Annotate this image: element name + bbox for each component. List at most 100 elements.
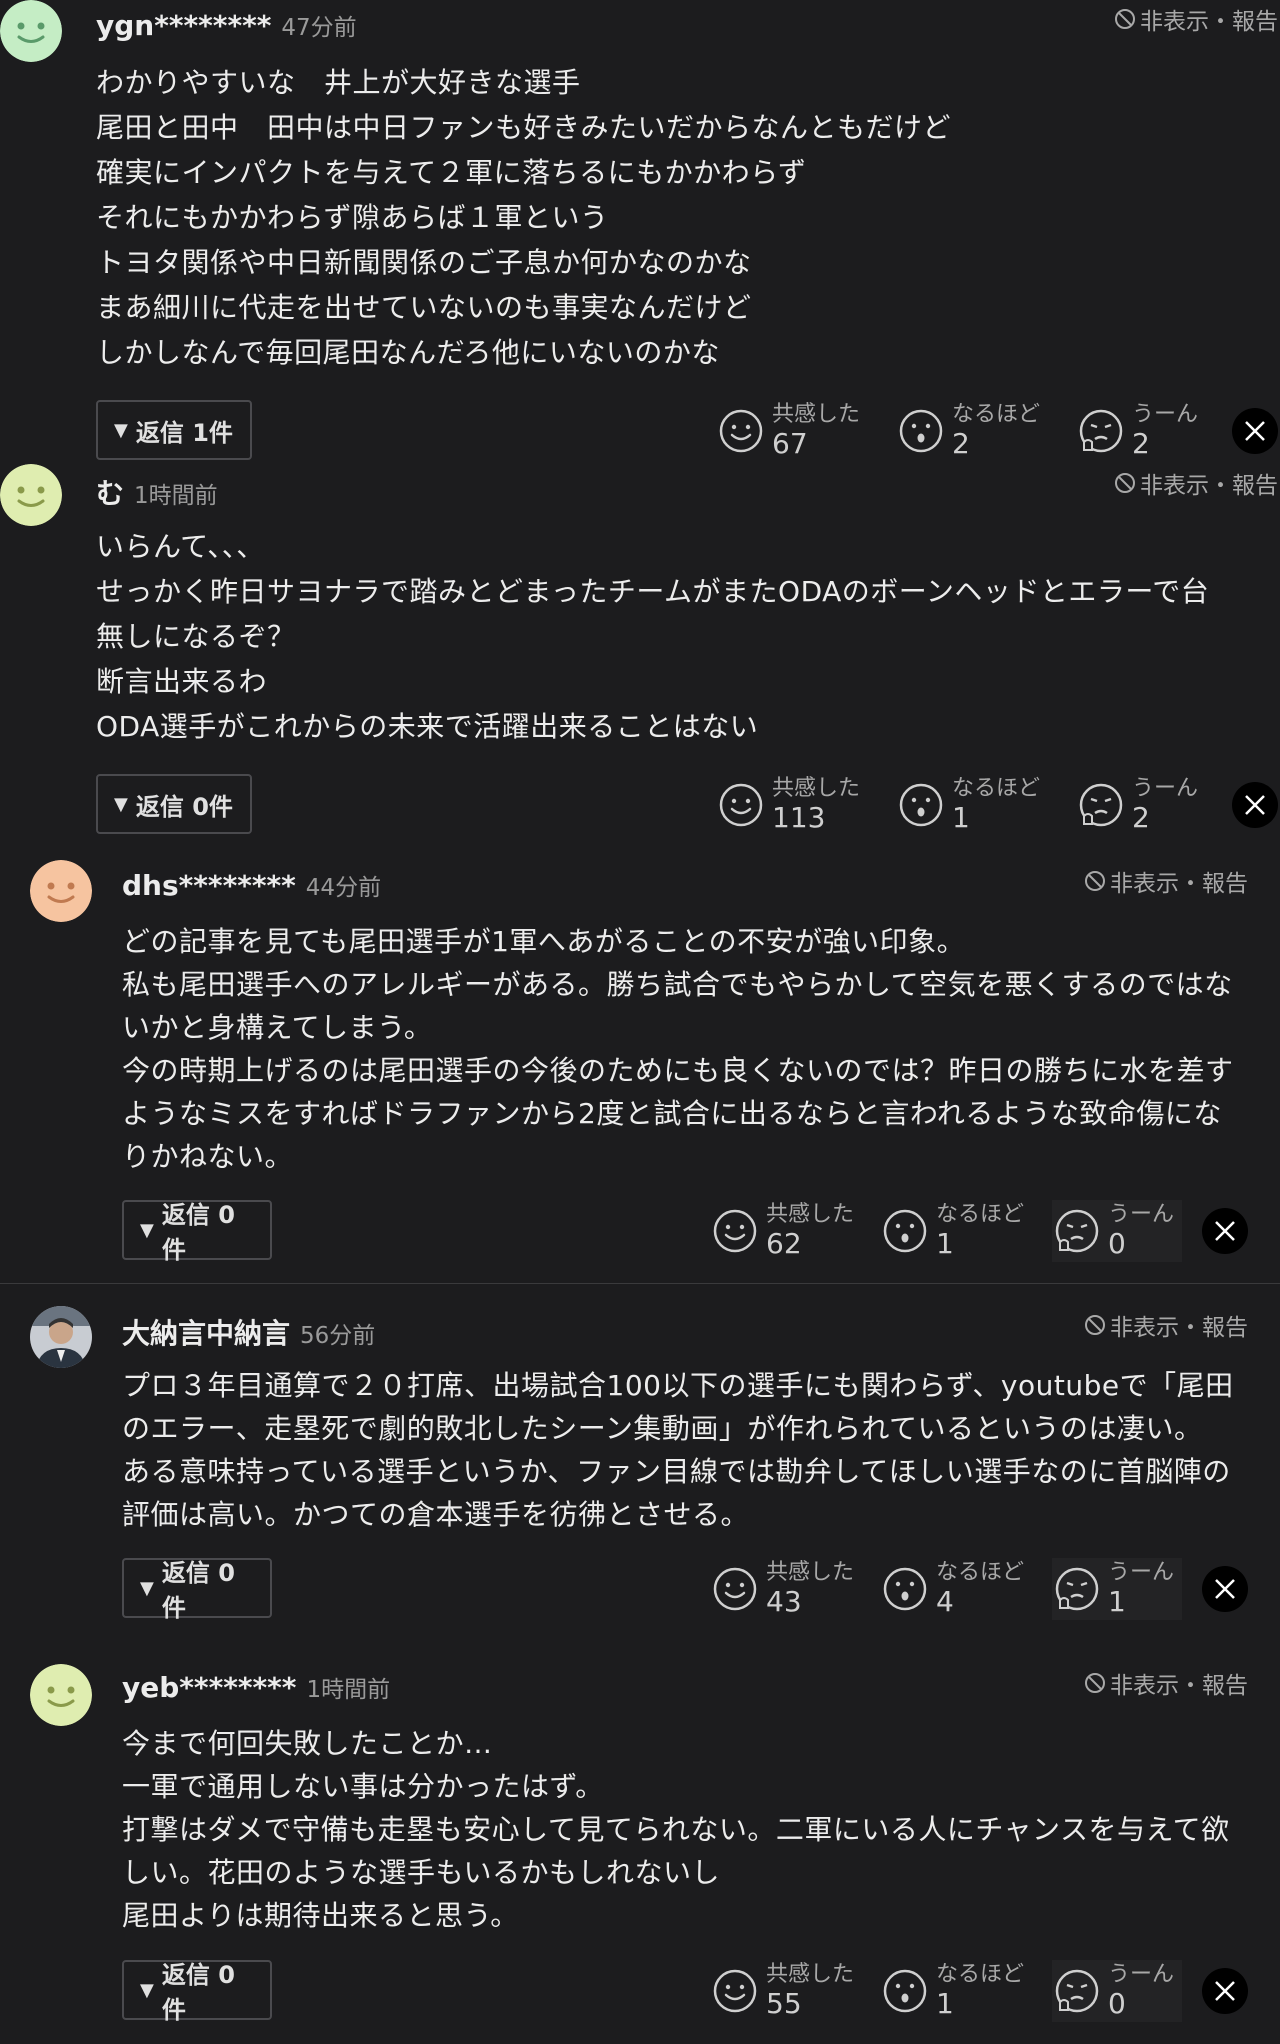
comment-body: どの記事を見ても尾田選手が1軍へあがることの不安が強い印象。 私も尾田選手へのア… xyxy=(122,920,1234,1178)
username[interactable]: dhs******** xyxy=(122,869,296,902)
naruhodo-reaction-button[interactable]: なるほど 1 xyxy=(882,1964,1024,2018)
reply-toggle-button[interactable]: ▼ 返信 0件 xyxy=(122,1200,272,1264)
avatar[interactable] xyxy=(0,464,62,526)
triangle-down-icon: ▼ xyxy=(140,1219,154,1241)
reaction-count: 2 xyxy=(1132,427,1150,460)
reply-toggle-button[interactable]: ▼ 返信 0件 xyxy=(96,774,252,834)
comment-line: わかりやすいな 井上が大好きな選手 xyxy=(96,66,581,99)
uun-reaction-button[interactable]: うーん 0 xyxy=(1052,1200,1183,1262)
reaction-label: なるほど xyxy=(952,776,1041,801)
reaction-label: 共感した xyxy=(766,1202,855,1227)
timestamp: 47分前 xyxy=(281,15,357,41)
timestamp: 44分前 xyxy=(305,875,382,901)
smile-face-icon xyxy=(713,1567,757,1611)
reply-toggle-button[interactable]: ▼ 返信 0件 xyxy=(122,1558,272,1622)
uun-reaction-button[interactable]: うーん 2 xyxy=(1078,404,1198,458)
hide-report-label: 非表示・報告 xyxy=(1140,9,1278,35)
empathy-reaction-button[interactable]: 共感した 62 xyxy=(712,1204,854,1258)
triangle-down-icon: ▼ xyxy=(114,419,128,441)
naruhodo-reaction-button[interactable]: なるほど 1 xyxy=(882,1204,1024,1258)
prohibit-icon xyxy=(1115,9,1135,29)
reaction-count: 55 xyxy=(766,1987,802,2020)
triangle-down-icon: ▼ xyxy=(140,1577,154,1599)
comment-line: それにもかかわらず隙あらば１軍という xyxy=(96,201,609,234)
smile-face-icon xyxy=(719,783,763,827)
reaction-label: うーん xyxy=(1108,1202,1175,1227)
reaction-count: 0 xyxy=(1108,1987,1126,2020)
prohibit-icon xyxy=(1085,1315,1105,1335)
share-x-button[interactable] xyxy=(1232,408,1278,454)
comment-line: いかと身構えてしまう。 xyxy=(122,1011,433,1044)
hide-report-link[interactable]: 非表示・報告 xyxy=(1084,864,1248,898)
surprised-face-icon xyxy=(899,409,943,453)
hide-report-link[interactable]: 非表示・報告 xyxy=(1084,1308,1248,1342)
smiley-avatar-icon xyxy=(0,0,62,62)
reaction-label: なるほど xyxy=(936,1560,1025,1585)
comment-line: まあ細川に代走を出せていないのも事実なんだけど xyxy=(96,291,752,324)
thinking-face-icon xyxy=(1055,1567,1099,1611)
reaction-count: 62 xyxy=(766,1227,802,1260)
username[interactable]: yeb******** xyxy=(122,1671,296,1704)
avatar[interactable] xyxy=(0,0,62,62)
empathy-reaction-button[interactable]: 共感した 113 xyxy=(718,778,860,832)
reaction-label: うーん xyxy=(1132,402,1199,427)
hide-report-link[interactable]: 非表示・報告 xyxy=(1084,1666,1248,1700)
x-logo-icon xyxy=(1245,421,1265,441)
smiley-avatar-icon xyxy=(30,1664,92,1726)
reaction-label: 共感した xyxy=(772,776,861,801)
comment-line: 今の時期上げるのは尾田選手の今後のためにも良くないのでは？昨日の勝ちに水を差す xyxy=(122,1054,1234,1087)
prohibit-icon xyxy=(1115,473,1135,493)
avatar[interactable] xyxy=(30,1306,92,1368)
reaction-label: うーん xyxy=(1132,776,1199,801)
empathy-reaction-button[interactable]: 共感した 43 xyxy=(712,1562,854,1616)
uun-reaction-button[interactable]: うーん 2 xyxy=(1078,778,1198,832)
naruhodo-reaction-button[interactable]: なるほど 1 xyxy=(898,778,1040,832)
hide-report-label: 非表示・報告 xyxy=(1140,473,1278,499)
comment-line: トヨタ関係や中日新聞関係のご子息か何かなのかな xyxy=(96,246,752,279)
username[interactable]: む xyxy=(96,472,124,512)
comment-line: ODA選手がこれからの未来で活躍出来ることはない xyxy=(96,710,759,743)
empathy-reaction-button[interactable]: 共感した 67 xyxy=(718,404,860,458)
hide-report-link[interactable]: 非表示・報告 xyxy=(1114,2,1278,36)
comment-line: 無しになるぞ？ xyxy=(96,620,296,653)
reply-toggle-button[interactable]: ▼ 返信 0件 xyxy=(122,1960,272,2024)
reaction-label: 共感した xyxy=(766,1962,855,1987)
reaction-label: 共感した xyxy=(766,1560,855,1585)
triangle-down-icon: ▼ xyxy=(140,1979,154,2001)
reaction-count: 113 xyxy=(772,801,826,834)
comment-line: 打撃はダメで守備も走塁も安心して見てられない。二軍にいる人にチャンスを与えて欲 xyxy=(122,1813,1230,1846)
uun-reaction-button[interactable]: うーん 1 xyxy=(1052,1558,1183,1620)
reaction-count: 4 xyxy=(936,1585,954,1618)
comment-line: せっかく昨日サヨナラで踏みとどまったチームがまたODAのボーンヘッドとエラーで台 xyxy=(96,575,1210,608)
empathy-reaction-button[interactable]: 共感した 55 xyxy=(712,1964,854,2018)
share-x-button[interactable] xyxy=(1202,1208,1248,1254)
surprised-face-icon xyxy=(883,1209,927,1253)
hide-report-link[interactable]: 非表示・報告 xyxy=(1114,466,1278,500)
surprised-face-icon xyxy=(883,1969,927,2013)
surprised-face-icon xyxy=(883,1567,927,1611)
share-x-button[interactable] xyxy=(1232,782,1278,828)
comment-line: 私も尾田選手へのアレルギーがある。勝ち試合でもやらかして空気を悪くするのではな xyxy=(122,968,1233,1001)
user-photo-icon xyxy=(30,1306,92,1368)
avatar[interactable] xyxy=(30,860,92,922)
reaction-label: なるほど xyxy=(952,402,1041,427)
reaction-label: うーん xyxy=(1108,1962,1175,1987)
reply-toggle-button[interactable]: ▼ 返信 1件 xyxy=(96,400,252,460)
naruhodo-reaction-button[interactable]: なるほど 4 xyxy=(882,1562,1024,1616)
username[interactable]: 大納言中納言 xyxy=(122,1312,290,1352)
hide-report-label: 非表示・報告 xyxy=(1110,1673,1248,1699)
avatar[interactable] xyxy=(30,1664,92,1726)
x-logo-icon xyxy=(1215,1221,1235,1241)
username[interactable]: ygn******** xyxy=(96,9,271,42)
share-x-button[interactable] xyxy=(1202,1566,1248,1612)
share-x-button[interactable] xyxy=(1202,1968,1248,2014)
comment-line: どの記事を見ても尾田選手が1軍へあがることの不安が強い印象。 xyxy=(122,925,966,958)
naruhodo-reaction-button[interactable]: なるほど 2 xyxy=(898,404,1040,458)
uun-reaction-button[interactable]: うーん 0 xyxy=(1052,1960,1183,2022)
comment-body: 今まで何回失敗したことか… 一軍で通用しない事は分かったはず。 打撃はダメで守備… xyxy=(122,1722,1230,1937)
hide-report-label: 非表示・報告 xyxy=(1110,871,1248,897)
reaction-count: 1 xyxy=(936,1987,954,2020)
timestamp: 1時間前 xyxy=(306,1677,391,1703)
divider xyxy=(0,1283,1280,1284)
comment-line: 評価は高い。かつての倉本選手を彷彿とさせる。 xyxy=(122,1498,750,1531)
